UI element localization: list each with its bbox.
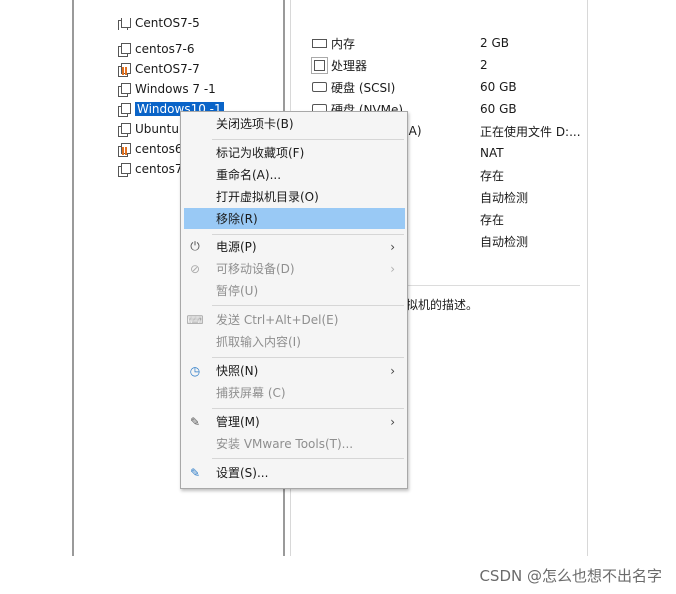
menu-item-remove[interactable]: 移除(R) <box>184 208 405 229</box>
menu-item-label: 重命名(A)... <box>216 168 282 182</box>
vm-icon <box>118 102 131 117</box>
device-value: 自动检测 <box>480 190 529 205</box>
device-value: 自动检测 <box>480 234 529 249</box>
device-value: 60 GB <box>480 102 517 116</box>
vm-item-label: CentOS7-7 <box>135 62 200 76</box>
vm-icon <box>118 42 131 57</box>
memory-icon <box>312 38 327 48</box>
vm-item-centos6[interactable]: centos6 <box>118 139 183 159</box>
menu-item-power[interactable]: ⏻ 电源(P) › <box>181 236 407 257</box>
vm-item-centos7-5[interactable]: CentOS7-5 <box>118 18 200 30</box>
menu-item-send-ctrl-alt-del[interactable]: ⌨ 发送 Ctrl+Alt+Del(E) <box>181 309 407 330</box>
power-icon: ⏻ <box>190 239 200 253</box>
watermark: CSDN @怎么也想不出名字 <box>479 567 662 585</box>
settings-icon: ✎ <box>189 465 201 480</box>
menu-item-close-tab[interactable]: 关闭选项卡(B) <box>181 113 407 134</box>
device-value: 2 GB <box>480 36 509 50</box>
menu-item-label: 抓取输入内容(I) <box>216 335 301 349</box>
device-value: 60 GB <box>480 80 517 94</box>
vm-item-label: Ubuntu <box>135 122 179 136</box>
keyboard-icon: ⌨ <box>186 312 204 327</box>
menu-item-manage[interactable]: ✎ 管理(M) › <box>181 411 407 432</box>
menu-item-install-vmware-tools[interactable]: 安装 VMware Tools(T)... <box>181 433 407 454</box>
vm-item-label: Windows 7 -1 <box>135 82 216 96</box>
device-name: 硬盘 (SCSI) <box>331 80 396 95</box>
no-entry-icon: ⊘ <box>189 261 201 276</box>
context-menu: 关闭选项卡(B) 标记为收藏项(F) 重命名(A)... 打开虚拟机目录(O) … <box>180 111 408 489</box>
vm-item-centos7-7[interactable]: CentOS7-7 <box>118 59 200 79</box>
device-row-memory[interactable]: 内存 <box>312 32 355 54</box>
device-value: 2 <box>480 58 488 72</box>
menu-item-rename[interactable]: 重命名(A)... <box>181 164 407 185</box>
left-panel-border <box>72 0 74 556</box>
device-name: 内存 <box>331 36 356 51</box>
menu-item-pause[interactable]: 暂停(U) <box>181 280 407 301</box>
vm-icon <box>118 82 131 97</box>
vm-icon <box>118 18 131 30</box>
disk-icon <box>312 82 327 92</box>
menu-item-label: 电源(P) <box>216 240 257 254</box>
menu-separator <box>212 408 404 409</box>
section-divider <box>405 285 580 286</box>
vm-icon <box>118 122 131 137</box>
device-value: NAT <box>480 146 504 160</box>
menu-separator <box>212 305 404 306</box>
vm-item-ubuntu[interactable]: Ubuntu <box>118 119 179 139</box>
menu-item-settings[interactable]: ✎ 设置(S)... <box>181 462 407 483</box>
vm-running-icon <box>118 142 131 157</box>
vm-item-centos7-6[interactable]: centos7-6 <box>118 39 194 59</box>
vm-description-text: 拟机的描述。 <box>406 298 479 312</box>
menu-item-capture-screen[interactable]: 捕获屏幕 (C) <box>181 382 407 403</box>
vm-item-label: centos6 <box>135 142 183 156</box>
menu-item-label: 管理(M) <box>216 415 260 429</box>
cpu-icon <box>314 59 325 71</box>
vm-item-label: CentOS7-5 <box>135 18 200 30</box>
submenu-arrow-icon: › <box>390 239 395 254</box>
submenu-arrow-icon: › <box>390 414 395 429</box>
menu-item-label: 捕获屏幕 (C) <box>216 386 286 400</box>
menu-item-grab-input[interactable]: 抓取输入内容(I) <box>181 331 407 352</box>
device-row-cpu[interactable]: 处理器 <box>312 54 367 76</box>
vm-item-label: centos7-6 <box>135 42 195 56</box>
submenu-arrow-icon: › <box>390 261 395 276</box>
device-value: 正在使用文件 D:... <box>480 124 581 139</box>
wrench-icon: ✎ <box>189 414 201 429</box>
menu-item-removable-devices[interactable]: ⊘ 可移动设备(D) › <box>181 258 407 279</box>
menu-item-label: 快照(N) <box>216 364 259 378</box>
menu-item-label: 打开虚拟机目录(O) <box>216 190 319 204</box>
vm-item-windows7-1[interactable]: Windows 7 -1 <box>118 79 216 99</box>
menu-separator <box>212 234 404 235</box>
device-name: 处理器 <box>331 58 368 73</box>
vm-icon <box>118 162 131 177</box>
menu-item-label: 发送 Ctrl+Alt+Del(E) <box>216 313 339 327</box>
menu-item-snapshot[interactable]: ◷ 快照(N) › <box>181 360 407 381</box>
submenu-arrow-icon: › <box>390 363 395 378</box>
vm-running-icon <box>118 62 131 77</box>
details-panel-border <box>587 0 588 556</box>
menu-item-label: 安装 VMware Tools(T)... <box>216 437 354 451</box>
menu-item-label: 设置(S)... <box>216 466 269 480</box>
menu-item-label: 暂停(U) <box>216 284 259 298</box>
menu-item-label: 标记为收藏项(F) <box>216 146 305 160</box>
menu-separator <box>212 458 404 459</box>
vm-item-label: centos7 <box>135 162 183 176</box>
menu-item-label: 可移动设备(D) <box>216 262 295 276</box>
device-value: 存在 <box>480 212 505 227</box>
menu-separator <box>212 357 404 358</box>
menu-item-label: 移除(R) <box>216 212 258 226</box>
snapshot-icon: ◷ <box>189 363 201 378</box>
menu-item-mark-favorite[interactable]: 标记为收藏项(F) <box>181 142 407 163</box>
menu-separator <box>212 139 404 140</box>
menu-item-label: 关闭选项卡(B) <box>216 117 294 131</box>
vm-item-centos7[interactable]: centos7 <box>118 159 183 179</box>
device-value: 存在 <box>480 168 505 183</box>
menu-item-open-directory[interactable]: 打开虚拟机目录(O) <box>181 186 407 207</box>
device-row-disk-scsi[interactable]: 硬盘 (SCSI) <box>312 76 395 98</box>
